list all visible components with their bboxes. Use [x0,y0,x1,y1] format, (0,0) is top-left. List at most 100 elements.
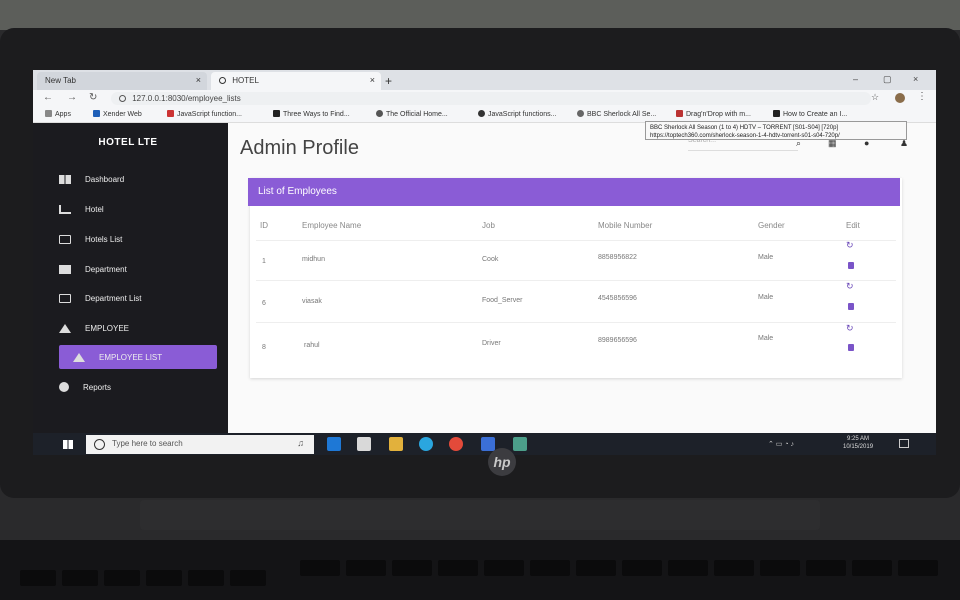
employee-list-card: List of Employees ID Employee Name Job M… [248,178,902,378]
cell-id: 6 [262,300,266,307]
window-close-button[interactable]: × [913,74,918,84]
bookmark-three-ways[interactable]: Three Ways to Find... [273,110,350,118]
cell-id: 8 [262,344,266,351]
column-header-edit: Edit [846,221,860,230]
bookmark-js-functions[interactable]: JavaScript functions... [478,110,556,118]
column-header-mobile: Mobile Number [598,221,653,230]
bookmark-official-home[interactable]: The Official Home... [376,110,448,118]
column-header-gender: Gender [758,221,785,230]
vscode-icon[interactable] [481,437,495,451]
sidebar-item-reports[interactable]: Reports [59,375,217,399]
edge-icon[interactable] [327,437,341,451]
apps-grid-icon [45,110,52,117]
microphone-icon[interactable]: ♫ [297,438,304,448]
forward-arrow-icon[interactable]: → [67,92,77,103]
column-header-id: ID [260,221,268,230]
sidebar-item-label: Hotel [85,204,104,214]
bookmark-tooltip: BBC Sherlock All Season (1 to 4) HDTV – … [645,121,907,140]
profile-avatar[interactable] [895,93,905,103]
cell-gender: Male [758,294,774,301]
sidebar-item-label: EMPLOYEE LIST [99,352,163,362]
card-title: List of Employees [248,178,900,206]
info-icon [119,95,126,102]
sidebar-item-department-list[interactable]: Department List [59,286,217,310]
column-header-job: Job [482,221,495,230]
bookmark-icon [167,110,174,117]
file-explorer-icon[interactable] [389,437,403,451]
tab-hotel[interactable]: HOTEL × [211,72,381,90]
sidebar-item-label: EMPLOYEE [85,323,130,333]
globe-icon [219,77,226,84]
sidebar-item-department[interactable]: Department [59,257,217,281]
sidebar-item-employee-list[interactable]: EMPLOYEE LIST [59,345,217,369]
trash-icon[interactable] [848,344,854,351]
laptop-keyboard [0,540,960,600]
close-icon[interactable]: × [196,75,201,85]
clipboard-icon [59,293,71,303]
skype-icon[interactable] [419,437,433,451]
dashboard-icon [59,174,71,184]
sidebar-item-employee[interactable]: EMPLOYEE [59,316,217,340]
row-divider [256,240,896,241]
mail-icon[interactable] [357,437,371,451]
cell-job: Food_Server [482,297,523,304]
bookmark-icon [577,110,584,117]
star-icon[interactable]: ☆ [871,92,879,103]
sidebar-item-hotels-list[interactable]: Hotels List [59,227,217,251]
app-icon[interactable] [513,437,527,451]
cell-job: Cook [482,256,499,263]
taskbar-clock[interactable]: 9:25 AM 10/15/2019 [843,435,873,451]
cell-mobile: 8989656596 [598,337,637,344]
address-toolbar: ← → ↻ 127.0.0.1:8030/employee_lists ☆ ⋮ [33,90,936,107]
cell-mobile: 4545856596 [598,295,637,302]
keyboard-key [20,570,56,586]
bookmark-icon [773,110,780,117]
refresh-icon[interactable]: ↻ [846,240,854,251]
url-text: 127.0.0.1:8030/employee_lists [132,94,241,103]
tooltip-url: https://toptech360.com/sherlock-season-1… [650,133,840,139]
keyboard-key [230,570,266,586]
sidebar: HOTEL LTE Dashboard Hotel Hotels List De… [33,123,228,433]
windows-taskbar: Type here to search ♫ ⌃ ▭ ◔ ♪ 9:25 AM 10… [33,433,936,455]
back-arrow-icon[interactable]: ← [43,92,53,103]
new-tab-button[interactable]: + [385,74,392,88]
tab-new-tab[interactable]: New Tab × [37,72,207,90]
sidebar-item-dashboard[interactable]: Dashboard [59,167,217,191]
menu-dots-icon[interactable]: ⋮ [917,91,927,102]
minimize-button[interactable]: – [853,74,858,84]
refresh-icon[interactable]: ↻ [846,281,854,292]
bookmark-apps[interactable]: Apps [45,110,71,118]
bed-icon [59,204,71,214]
keyboard-key [806,560,846,576]
bookmark-icon [273,110,280,117]
taskbar-search-input[interactable]: Type here to search ♫ [86,435,314,454]
windows-start-icon[interactable] [63,440,73,449]
system-tray-icons[interactable]: ⌃ ▭ ◔ ♪ [768,440,794,448]
trash-icon[interactable] [848,303,854,310]
bookmark-xender[interactable]: Xender Web [93,110,142,118]
page-title: Admin Profile [240,137,359,159]
tab-label: New Tab [45,76,76,85]
close-icon[interactable]: × [370,75,375,85]
cell-id: 1 [262,258,266,265]
trash-icon[interactable] [848,262,854,269]
cell-name: viasak [302,298,322,305]
refresh-icon[interactable]: ↻ [846,323,854,334]
bookmark-drag-n-drop[interactable]: Drag'n'Drop with m... [676,110,751,118]
globe-icon [478,110,485,117]
bookmark-bbc-sherlock[interactable]: BBC Sherlock All Se... [577,110,656,118]
keyboard-key [760,560,800,576]
keyboard-key [576,560,616,576]
notification-icon[interactable] [899,439,909,448]
url-bar[interactable]: 127.0.0.1:8030/employee_lists [111,92,871,105]
sidebar-item-label: Reports [83,382,112,392]
sidebar-item-label: Department [85,264,127,274]
bookmark-icon [376,110,383,117]
chrome-icon[interactable] [449,437,463,451]
maximize-button[interactable]: ▢ [883,74,892,85]
bookmark-how-to-create[interactable]: How to Create an I... [773,110,847,118]
bookmark-icon [676,110,683,117]
bookmark-js-function[interactable]: JavaScript function... [167,110,242,118]
reload-icon[interactable]: ↻ [89,92,97,103]
sidebar-item-hotel[interactable]: Hotel [59,197,217,221]
